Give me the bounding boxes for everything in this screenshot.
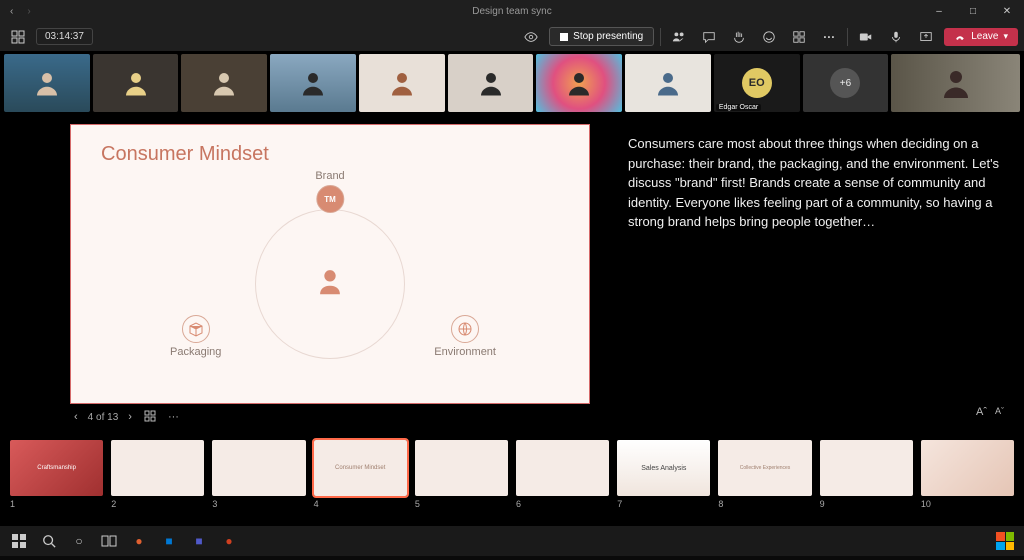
- raise-hand-icon[interactable]: [727, 25, 751, 49]
- window-close[interactable]: ✕: [990, 0, 1024, 22]
- search-icon[interactable]: [36, 529, 62, 553]
- slide-more-icon[interactable]: ···: [166, 409, 181, 425]
- reactions-icon[interactable]: [757, 25, 781, 49]
- participant-tile[interactable]: [625, 54, 711, 112]
- thumb-num: 6: [516, 499, 609, 509]
- thumb-num: 4: [314, 499, 407, 509]
- slide-navigation: ‹ 4 of 13 › ···: [70, 404, 590, 430]
- thumb-1[interactable]: Craftsmanship: [10, 440, 103, 496]
- thumb-6[interactable]: [516, 440, 609, 496]
- box-icon: [182, 315, 210, 343]
- node-packaging-label: Packaging: [170, 346, 221, 358]
- camera-icon[interactable]: [854, 25, 878, 49]
- thumb-num: 2: [111, 499, 204, 509]
- content-area: Consumer Mindset Brand TM Packaging Envi…: [0, 114, 1024, 434]
- overflow-participants[interactable]: +6: [803, 54, 889, 112]
- participant-tile[interactable]: [270, 54, 356, 112]
- thumb-num: 3: [212, 499, 305, 509]
- thumb-num: 7: [617, 499, 710, 509]
- participant-tile[interactable]: [181, 54, 267, 112]
- participant-tile[interactable]: [4, 54, 90, 112]
- next-slide-icon[interactable]: ›: [126, 409, 134, 425]
- thumb-3[interactable]: [212, 440, 305, 496]
- titlebar: ‹ › Design team sync – □ ✕: [0, 0, 1024, 22]
- participant-tile[interactable]: [448, 54, 534, 112]
- cortana-icon[interactable]: ○: [66, 529, 92, 553]
- chevron-down-icon: ▾: [1003, 31, 1008, 42]
- tm-badge-icon: TM: [316, 185, 344, 213]
- start-icon[interactable]: [6, 529, 32, 553]
- rooms-icon[interactable]: [787, 25, 811, 49]
- node-environment-label: Environment: [434, 346, 496, 358]
- slide-filmstrip: Craftsmanship 1 2 3 Consumer Mindset 4 5 6…: [0, 434, 1024, 526]
- back-icon[interactable]: ‹: [6, 6, 17, 17]
- forward-icon[interactable]: ›: [23, 6, 34, 17]
- share-icon[interactable]: [914, 25, 938, 49]
- taskbar-app[interactable]: ■: [186, 529, 212, 553]
- thumb-num: 1: [10, 499, 103, 509]
- participant-gallery: EO Edgar Oscar +6: [0, 52, 1024, 114]
- taskbar: ○ ● ■ ■ ●: [0, 526, 1024, 556]
- taskbar-app[interactable]: ●: [216, 529, 242, 553]
- taskbar-app[interactable]: ●: [126, 529, 152, 553]
- taskbar-app[interactable]: ■: [156, 529, 182, 553]
- participant-avatar-tile[interactable]: EO Edgar Oscar: [714, 54, 800, 112]
- divider: [660, 28, 661, 46]
- current-slide[interactable]: Consumer Mindset Brand TM Packaging Envi…: [70, 124, 590, 404]
- thumb-num: 8: [718, 499, 811, 509]
- meeting-title: Design team sync: [472, 6, 551, 17]
- presenter-tile[interactable]: [891, 54, 1020, 112]
- participant-tile[interactable]: [93, 54, 179, 112]
- slide-counter: 4 of 13: [88, 412, 119, 423]
- overflow-count: +6: [830, 68, 860, 98]
- divider: [847, 28, 848, 46]
- window-maximize[interactable]: □: [956, 0, 990, 22]
- speaker-notes: Consumers care most about three things w…: [600, 114, 1024, 434]
- font-decrease[interactable]: Aˇ: [995, 406, 1004, 418]
- more-icon[interactable]: ···: [817, 25, 841, 49]
- meeting-timer: 03:14:37: [36, 28, 93, 45]
- slide-area: Consumer Mindset Brand TM Packaging Envi…: [0, 114, 600, 434]
- mic-icon[interactable]: [884, 25, 908, 49]
- thumb-2[interactable]: [111, 440, 204, 496]
- grid-toggle-icon[interactable]: [142, 408, 158, 427]
- people-icon[interactable]: [667, 25, 691, 49]
- thumb-num: 5: [415, 499, 508, 509]
- chat-icon[interactable]: [697, 25, 721, 49]
- slide-diagram: Brand TM Packaging Environment: [190, 174, 470, 374]
- participant-tile[interactable]: [359, 54, 445, 112]
- prev-slide-icon[interactable]: ‹: [72, 409, 80, 425]
- window-minimize[interactable]: –: [922, 0, 956, 22]
- thumb-num: 9: [820, 499, 913, 509]
- globe-icon: [451, 315, 479, 343]
- leave-label: Leave: [971, 31, 998, 42]
- meeting-toolbar: 03:14:37 Stop presenting ··· Leave ▾: [0, 22, 1024, 52]
- font-increase[interactable]: Aˆ: [976, 406, 987, 418]
- thumb-7[interactable]: Sales Analysis: [617, 440, 710, 496]
- leave-button[interactable]: Leave ▾: [944, 28, 1018, 46]
- slide-title: Consumer Mindset: [101, 143, 559, 166]
- hangup-icon: [954, 31, 966, 43]
- thumb-8[interactable]: Collective Experiences: [718, 440, 811, 496]
- task-view-icon[interactable]: [96, 529, 122, 553]
- thumb-num: 10: [921, 499, 1014, 509]
- node-brand-label: Brand: [315, 170, 344, 182]
- stop-presenting-button[interactable]: Stop presenting: [549, 27, 654, 46]
- participant-tile[interactable]: [536, 54, 622, 112]
- privacy-eye-icon[interactable]: [519, 25, 543, 49]
- notes-text: Consumers care most about three things w…: [628, 134, 1006, 232]
- avatar-initials: EO: [742, 68, 772, 98]
- stop-presenting-label: Stop presenting: [573, 31, 643, 42]
- microsoft-logo-icon: [996, 532, 1014, 550]
- stop-icon: [560, 33, 568, 41]
- participant-name: Edgar Oscar: [716, 104, 761, 111]
- person-icon: [313, 265, 347, 304]
- thumb-5[interactable]: [415, 440, 508, 496]
- thumb-9[interactable]: [820, 440, 913, 496]
- thumb-4[interactable]: Consumer Mindset: [314, 440, 407, 496]
- thumb-10[interactable]: [921, 440, 1014, 496]
- grid-view-icon[interactable]: [6, 25, 30, 49]
- font-size-controls: Aˆ Aˇ: [976, 406, 1004, 418]
